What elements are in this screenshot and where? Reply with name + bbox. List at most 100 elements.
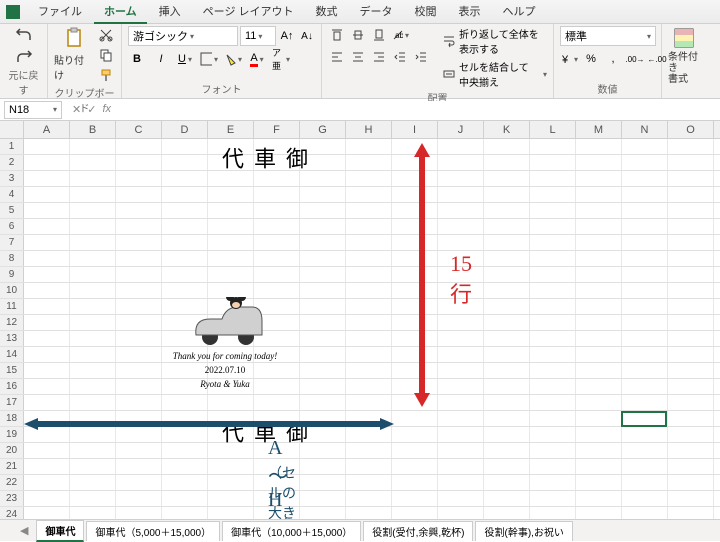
cell[interactable]	[392, 187, 438, 202]
cell[interactable]	[622, 363, 668, 378]
col-header-M[interactable]: M	[576, 121, 622, 138]
cell[interactable]	[116, 251, 162, 266]
tab-page-layout[interactable]: ページ レイアウト	[193, 0, 304, 24]
cell[interactable]	[116, 491, 162, 506]
cell[interactable]	[438, 203, 484, 218]
row-header-8[interactable]: 8	[0, 251, 24, 266]
cell[interactable]	[208, 139, 254, 154]
cell[interactable]	[300, 363, 346, 378]
row-header-1[interactable]: 1	[0, 139, 24, 154]
cell[interactable]	[116, 155, 162, 170]
row-header-7[interactable]: 7	[0, 235, 24, 250]
cell[interactable]	[346, 299, 392, 314]
cell[interactable]	[668, 491, 714, 506]
cell[interactable]	[254, 203, 300, 218]
cell[interactable]	[24, 235, 70, 250]
cell[interactable]	[70, 395, 116, 410]
col-header-F[interactable]: F	[254, 121, 300, 138]
align-center-icon[interactable]	[349, 48, 367, 66]
tab-file[interactable]: ファイル	[28, 0, 92, 24]
cell[interactable]	[24, 299, 70, 314]
cell[interactable]	[116, 331, 162, 346]
cell[interactable]	[576, 411, 622, 426]
cell[interactable]	[622, 219, 668, 234]
cell[interactable]	[116, 187, 162, 202]
cell[interactable]	[438, 507, 484, 519]
enter-formula-icon[interactable]: ✓	[87, 103, 96, 116]
cell[interactable]	[530, 507, 576, 519]
cell[interactable]	[668, 459, 714, 474]
cell[interactable]	[392, 299, 438, 314]
cell[interactable]	[346, 171, 392, 186]
col-header-B[interactable]: B	[70, 121, 116, 138]
cell[interactable]	[162, 171, 208, 186]
cell[interactable]	[576, 203, 622, 218]
cell[interactable]	[346, 267, 392, 282]
cell[interactable]	[484, 491, 530, 506]
align-left-icon[interactable]	[328, 48, 346, 66]
name-box[interactable]: N18▾	[4, 101, 62, 119]
fill-color-icon[interactable]: ▾	[224, 50, 242, 68]
cell[interactable]	[116, 427, 162, 442]
row-header-19[interactable]: 19	[0, 427, 24, 442]
cell[interactable]	[254, 379, 300, 394]
cell[interactable]	[622, 171, 668, 186]
cell[interactable]	[254, 155, 300, 170]
cell[interactable]	[162, 299, 208, 314]
cell[interactable]	[530, 411, 576, 426]
cell[interactable]	[668, 235, 714, 250]
cell[interactable]	[162, 347, 208, 362]
font-family-select[interactable]: 游ゴシック▾	[128, 26, 238, 46]
cell[interactable]	[484, 507, 530, 519]
increase-indent-icon[interactable]	[412, 48, 430, 66]
cell[interactable]	[530, 363, 576, 378]
cell[interactable]	[438, 155, 484, 170]
cell[interactable]	[208, 443, 254, 458]
cell[interactable]	[668, 411, 714, 426]
row-header-4[interactable]: 4	[0, 187, 24, 202]
cell[interactable]	[208, 395, 254, 410]
cell[interactable]	[438, 299, 484, 314]
cell[interactable]	[484, 315, 530, 330]
cell[interactable]	[70, 443, 116, 458]
wrap-text-button[interactable]: 折り返して全体を表示する	[442, 26, 547, 56]
cell[interactable]	[300, 235, 346, 250]
cell[interactable]	[116, 171, 162, 186]
font-size-select[interactable]: 11▾	[240, 26, 276, 46]
row-header-24[interactable]: 24	[0, 507, 24, 519]
align-bottom-icon[interactable]	[370, 26, 388, 44]
cell[interactable]	[484, 459, 530, 474]
cell[interactable]	[116, 411, 162, 426]
cell[interactable]	[484, 411, 530, 426]
cell[interactable]	[530, 379, 576, 394]
cell[interactable]	[116, 347, 162, 362]
cell[interactable]	[70, 427, 116, 442]
col-header-D[interactable]: D	[162, 121, 208, 138]
cell[interactable]	[484, 139, 530, 154]
increase-decimal-icon[interactable]: .00→	[626, 50, 644, 68]
cell[interactable]	[346, 155, 392, 170]
cell[interactable]	[162, 155, 208, 170]
cell[interactable]	[576, 219, 622, 234]
cell[interactable]	[24, 363, 70, 378]
cell[interactable]	[70, 475, 116, 490]
cell[interactable]	[208, 171, 254, 186]
row-header-16[interactable]: 16	[0, 379, 24, 394]
cell[interactable]	[162, 507, 208, 519]
cell[interactable]	[668, 475, 714, 490]
cell[interactable]	[438, 171, 484, 186]
cell[interactable]	[208, 203, 254, 218]
cell[interactable]	[392, 443, 438, 458]
formula-input[interactable]	[117, 101, 720, 119]
col-header-L[interactable]: L	[530, 121, 576, 138]
cell[interactable]	[24, 219, 70, 234]
cell[interactable]	[300, 427, 346, 442]
cell[interactable]	[438, 379, 484, 394]
cell[interactable]	[622, 267, 668, 282]
cell[interactable]	[254, 251, 300, 266]
cell[interactable]	[576, 459, 622, 474]
cell[interactable]	[622, 443, 668, 458]
cell[interactable]	[162, 491, 208, 506]
cell[interactable]	[70, 347, 116, 362]
cell[interactable]	[438, 491, 484, 506]
